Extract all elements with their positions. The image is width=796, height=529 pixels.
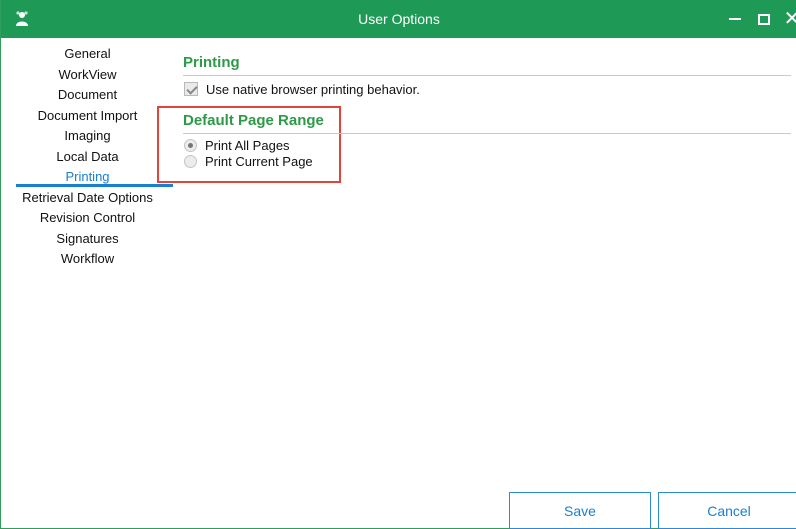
close-icon: ✕ <box>783 8 796 30</box>
sidebar-item-document-import[interactable]: Document Import <box>2 106 173 127</box>
save-button[interactable]: Save <box>509 492 651 529</box>
sidebar-item-workview[interactable]: WorkView <box>2 65 173 86</box>
sidebar-item-local-data[interactable]: Local Data <box>2 147 173 168</box>
native-printing-checkbox[interactable] <box>184 82 198 96</box>
window-title: User Options <box>358 11 440 27</box>
printing-section-title: Printing <box>183 54 240 71</box>
title-bar[interactable]: User Options ✕ <box>1 0 796 38</box>
cancel-button[interactable]: Cancel <box>658 492 796 529</box>
print-all-pages-radio[interactable] <box>184 138 197 152</box>
sidebar-item-document[interactable]: Document <box>2 85 173 106</box>
section-divider <box>183 133 791 134</box>
minimize-icon <box>729 18 741 20</box>
sidebar-item-imaging[interactable]: Imaging <box>2 126 173 147</box>
close-button[interactable]: ✕ <box>775 0 796 38</box>
section-divider <box>183 75 791 76</box>
options-sidebar: General WorkView Document Document Impor… <box>2 44 173 270</box>
sidebar-item-retrieval-date-options[interactable]: Retrieval Date Options <box>2 188 173 209</box>
sidebar-item-workflow[interactable]: Workflow <box>2 249 173 270</box>
print-current-page-option[interactable]: Print Current Page <box>184 153 313 169</box>
maximize-icon <box>758 13 770 25</box>
print-all-pages-option[interactable]: Print All Pages <box>184 137 290 153</box>
sidebar-item-general[interactable]: General <box>2 44 173 65</box>
active-tab-indicator <box>16 184 173 187</box>
print-current-page-label: Print Current Page <box>205 153 313 169</box>
user-options-window: User Options ✕ General WorkView Document… <box>0 0 796 529</box>
native-printing-option[interactable]: Use native browser printing behavior. <box>184 80 420 98</box>
print-current-page-radio[interactable] <box>184 154 197 168</box>
sidebar-item-revision-control[interactable]: Revision Control <box>2 208 173 229</box>
print-all-pages-label: Print All Pages <box>205 137 290 153</box>
sidebar-item-signatures[interactable]: Signatures <box>2 229 173 250</box>
native-printing-label: Use native browser printing behavior. <box>206 81 420 97</box>
page-range-section-title: Default Page Range <box>183 112 324 129</box>
